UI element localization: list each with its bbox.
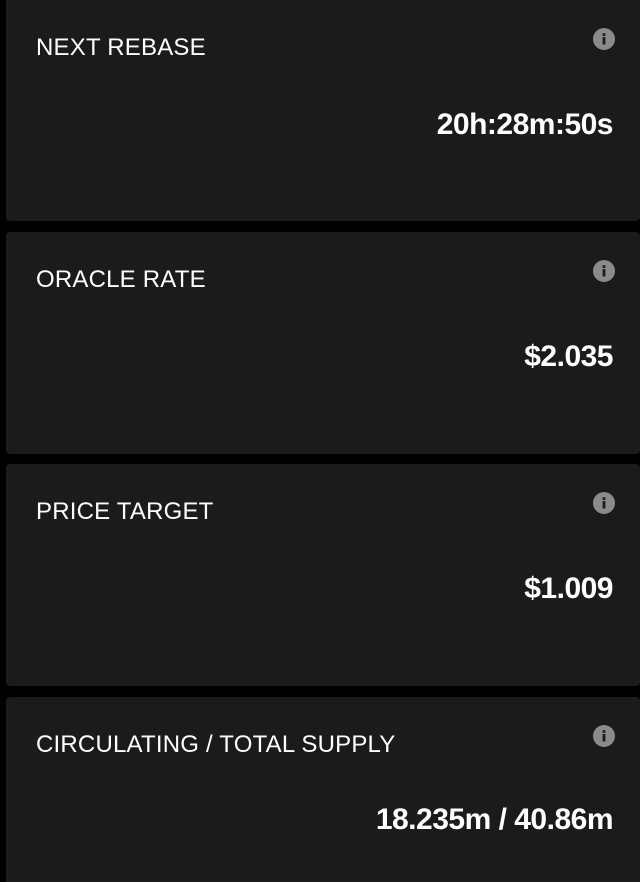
- info-icon[interactable]: [593, 492, 615, 514]
- next-rebase-card: NEXT REBASE 20h:28m:50s: [6, 0, 640, 221]
- price-target-label: PRICE TARGET: [36, 498, 214, 525]
- oracle-rate-value: $2.035: [524, 340, 613, 373]
- oracle-rate-label: ORACLE RATE: [36, 266, 206, 293]
- info-icon[interactable]: [593, 260, 615, 282]
- stats-card-stack: NEXT REBASE 20h:28m:50s ORACLE RATE $2.0…: [0, 0, 640, 882]
- supply-card: CIRCULATING / TOTAL SUPPLY 18.235m / 40.…: [6, 697, 640, 882]
- price-target-value: $1.009: [524, 572, 613, 605]
- oracle-rate-card: ORACLE RATE $2.035: [6, 232, 640, 454]
- info-icon[interactable]: [593, 725, 615, 747]
- next-rebase-label: NEXT REBASE: [36, 34, 206, 61]
- next-rebase-value: 20h:28m:50s: [436, 108, 614, 141]
- supply-label: CIRCULATING / TOTAL SUPPLY: [36, 731, 396, 758]
- price-target-card: PRICE TARGET $1.009: [6, 464, 640, 686]
- info-icon[interactable]: [593, 28, 615, 50]
- supply-value: 18.235m / 40.86m: [375, 803, 614, 836]
